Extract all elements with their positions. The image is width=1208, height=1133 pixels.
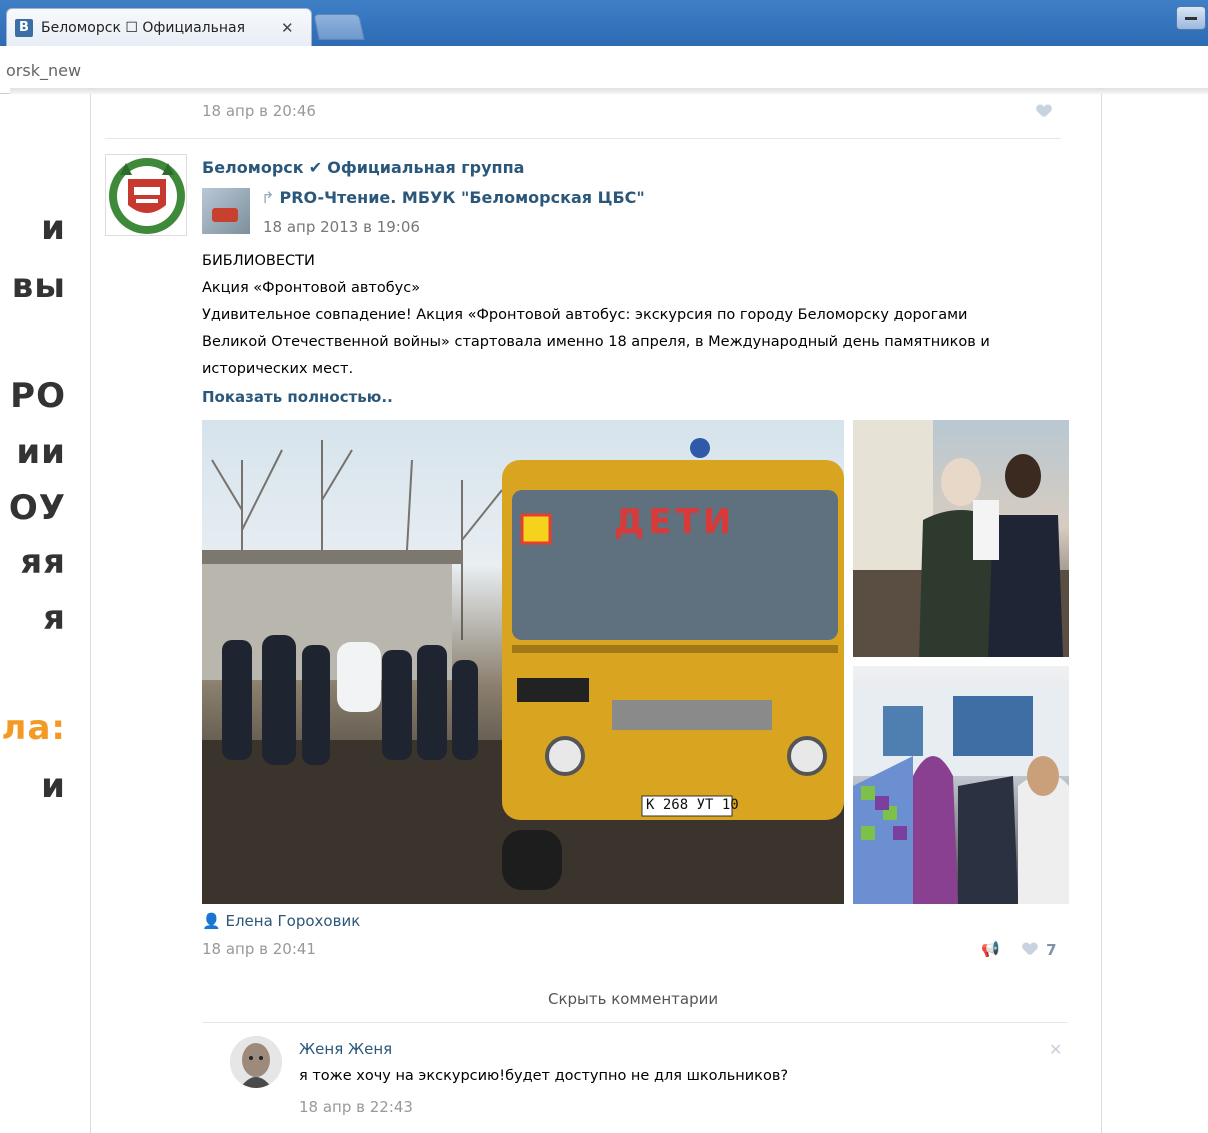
post-line: исторических мест. <box>202 361 354 377</box>
slide-fragment: РО <box>10 376 66 416</box>
slide-fragment: ла: <box>1 708 66 748</box>
prev-like-icon[interactable] <box>1037 105 1051 117</box>
minimize-button[interactable] <box>1176 6 1206 30</box>
slide-fragment: и <box>41 766 66 806</box>
post-photo-people-2[interactable] <box>853 666 1069 904</box>
repost-icon: ↱ <box>261 188 275 207</box>
hide-comments-link[interactable]: Скрыть комментарии <box>548 990 718 1008</box>
post-body: БИБЛИОВЕСТИ Акция «Фронтовой автобус» Уд… <box>202 248 1082 383</box>
vk-favicon-icon: B <box>15 18 33 37</box>
slide-fragment: яя <box>20 542 66 582</box>
new-tab-button[interactable] <box>313 14 365 40</box>
coat-of-arms-icon <box>109 158 185 234</box>
like-count: 7 <box>1046 941 1057 959</box>
comment-author[interactable]: Женя Женя <box>299 1040 392 1058</box>
post-photo-people-1[interactable] <box>853 420 1069 657</box>
comments-divider <box>202 1022 1068 1023</box>
repost-date[interactable]: 18 апр 2013 в 19:06 <box>263 218 420 236</box>
address-bar[interactable]: orsk_new <box>0 46 1208 94</box>
bus-sign: ДЕТИ <box>614 502 736 542</box>
show-more-link[interactable]: Показать полностью.. <box>202 388 393 406</box>
like-button[interactable]: 7 <box>1023 940 1057 959</box>
repost-line: ↱ PRO-Чтение. МБУК "Беломорская ЦБС" <box>261 188 645 207</box>
post-divider <box>105 138 1061 139</box>
slide-fragment: и <box>41 208 66 248</box>
post-line: Акция «Фронтовой автобус» <box>202 280 421 296</box>
slide-fragment: ии <box>16 432 66 472</box>
tab-close-icon[interactable]: ✕ <box>281 19 294 37</box>
slide-fragment: я <box>43 598 66 638</box>
comment-delete-icon[interactable]: ✕ <box>1049 1040 1062 1059</box>
browser-titlebar: B Беломорск ☐ Официальная ✕ <box>0 0 1208 46</box>
post-line: БИБЛИОВЕСТИ <box>202 253 315 269</box>
comment-text: я тоже хочу на экскурсию!будет доступно … <box>299 1068 789 1084</box>
right-margin <box>1103 94 1208 1133</box>
slide-fragment: вы <box>11 266 66 306</box>
vk-wall: 18 апр в 20:46 Беломорск ✔ Официальная г… <box>90 94 1102 1133</box>
verified-icon: ✔ <box>308 158 323 177</box>
tab-title: Беломорск ☐ Официальная <box>41 19 245 36</box>
girl-avatar-icon <box>230 1036 282 1088</box>
comment-date[interactable]: 18 апр в 22:43 <box>299 1098 413 1116</box>
prev-post-date[interactable]: 18 апр в 20:46 <box>202 102 316 120</box>
share-icon[interactable]: 📢 <box>981 940 1000 958</box>
like-heart-icon <box>1023 943 1037 955</box>
post-date[interactable]: 18 апр в 20:41 <box>202 940 316 958</box>
repost-source-avatar[interactable] <box>202 188 250 234</box>
bus-plate: К 268 УТ 10 <box>646 797 739 813</box>
post-author[interactable]: 👤 Елена Гороховик <box>202 912 360 930</box>
slide-fragment: ОУ <box>8 488 66 528</box>
user-icon: 👤 <box>202 912 221 930</box>
repost-source-link[interactable]: PRO-Чтение. МБУК "Беломорская ЦБС" <box>280 188 645 207</box>
post-author-name[interactable]: Елена Гороховик <box>225 912 360 930</box>
minimize-icon <box>1185 16 1197 20</box>
post-line: Удивительное совпадение! Акция «Фронтово… <box>202 307 968 323</box>
post-line: Великой Отечественной войны» стартовала … <box>202 334 990 350</box>
group-avatar[interactable] <box>105 154 187 236</box>
group-suffix[interactable]: Официальная группа <box>327 158 524 177</box>
browser-tab[interactable]: B Беломорск ☐ Официальная ✕ <box>6 8 312 46</box>
address-text: orsk_new <box>6 61 82 80</box>
slide-text-fragments: и вы РО ии ОУ яя я ла: и <box>0 94 90 1133</box>
post-photo-bus[interactable]: ДЕТИ К 268 УТ 10 <box>202 420 844 904</box>
group-name-link[interactable]: Беломорск <box>202 158 304 177</box>
post-header: Беломорск ✔ Официальная группа <box>202 158 524 177</box>
comment-avatar[interactable] <box>230 1036 282 1088</box>
